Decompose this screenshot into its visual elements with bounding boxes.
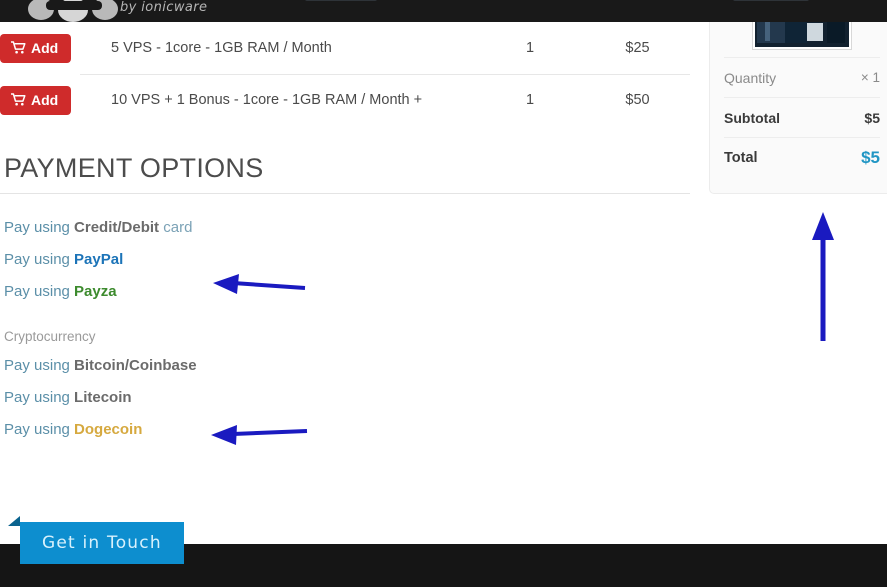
thumbnail-shape xyxy=(827,19,845,43)
logo-shape-bar xyxy=(46,1,102,10)
payment-brand: PayPal xyxy=(74,251,124,268)
payment-option-bitcoin-coinbase[interactable]: Pay using Bitcoin/Coinbase xyxy=(4,358,690,373)
page-title: PAYMENT OPTIONS xyxy=(4,153,264,183)
summary-row-total: Total $5 xyxy=(724,137,880,177)
cart-item-description: 5 VPS - 1core - 1GB RAM / Month xyxy=(111,40,332,56)
pay-prefix: Pay using xyxy=(4,251,75,268)
pay-prefix: Pay using xyxy=(4,283,75,300)
pay-prefix: Pay using xyxy=(4,421,75,438)
get-in-touch-button[interactable]: Get in Touch xyxy=(20,522,184,564)
cart-item-price: $50 xyxy=(625,92,650,108)
shopping-cart-icon xyxy=(10,92,26,108)
add-to-cart-label: Add xyxy=(31,92,59,108)
order-summary-panel: Quantity × 1 Subtotal $5 Total $5 xyxy=(709,0,887,194)
summary-panel-footer xyxy=(724,177,880,193)
payment-option-dogecoin[interactable]: Pay using Dogecoin xyxy=(4,422,690,437)
summary-quantity-value: × 1 xyxy=(860,70,880,85)
summary-quantity-label: Quantity xyxy=(724,69,777,86)
site-header: by ionicware xyxy=(0,0,887,22)
site-logo[interactable]: by ionicware xyxy=(20,0,260,22)
table-row: Add 10 VPS + 1 Bonus - 1core - 1GB RAM /… xyxy=(0,74,690,126)
cart-item-description: 10 VPS + 1 Bonus - 1core - 1GB RAM / Mon… xyxy=(111,92,423,108)
payment-brand: Dogecoin xyxy=(74,421,143,438)
pay-prefix: Pay using xyxy=(4,219,75,236)
payment-brand: Payza xyxy=(74,283,117,300)
payment-brand: Bitcoin/Coinbase xyxy=(74,357,197,374)
add-to-cart-button[interactable]: Add xyxy=(0,33,72,63)
shopping-cart-icon xyxy=(10,40,26,56)
payment-options-section: PAYMENT OPTIONS Pay using Credit/Debit c… xyxy=(0,153,690,437)
pay-prefix: Pay using xyxy=(4,357,75,374)
summary-row-quantity: Quantity × 1 xyxy=(724,57,880,97)
payment-brand: Litecoin xyxy=(74,389,132,406)
payment-option-paypal[interactable]: Pay using PayPal xyxy=(4,252,690,267)
cryptocurrency-group-label: Cryptocurrency xyxy=(4,329,96,344)
add-to-cart-button[interactable]: Add xyxy=(0,85,72,115)
payment-option-litecoin[interactable]: Pay using Litecoin xyxy=(4,390,690,405)
add-to-cart-label: Add xyxy=(31,40,59,56)
payment-option-payza[interactable]: Pay using Payza xyxy=(4,284,690,299)
summary-subtotal-label: Subtotal xyxy=(724,109,780,126)
cart-item-quantity: 1 xyxy=(525,92,535,108)
summary-row-subtotal: Subtotal $5 xyxy=(724,97,880,137)
ribbon-fold-decoration xyxy=(8,516,20,526)
thumbnail-shape xyxy=(807,23,823,41)
payment-option-credit-debit[interactable]: Pay using Credit/Debit card xyxy=(4,220,690,235)
summary-total-value: $5 xyxy=(861,147,880,167)
section-divider xyxy=(0,193,690,194)
header-ghost-element-right xyxy=(733,0,809,1)
header-ghost-element-left xyxy=(305,0,377,1)
summary-subtotal-value: $5 xyxy=(864,109,880,126)
cart-item-quantity: 1 xyxy=(525,40,535,56)
cart-cell-action: Add xyxy=(0,85,80,115)
logo-tagline: by ionicware xyxy=(120,0,208,15)
annotation-arrow-order-summary xyxy=(812,212,834,341)
cart-cell-action: Add xyxy=(0,33,80,63)
main-content: Add 5 VPS - 1core - 1GB RAM / Month 1 $2… xyxy=(0,22,700,454)
cart-item-price: $25 xyxy=(625,40,650,56)
cart-items-table: Add 5 VPS - 1core - 1GB RAM / Month 1 $2… xyxy=(0,22,690,126)
payment-brand: Credit/Debit xyxy=(74,219,160,236)
pay-prefix: Pay using xyxy=(4,389,75,406)
summary-total-label: Total xyxy=(724,149,758,166)
table-row: Add 5 VPS - 1core - 1GB RAM / Month 1 $2… xyxy=(0,22,690,74)
payment-suffix: card xyxy=(159,219,193,236)
